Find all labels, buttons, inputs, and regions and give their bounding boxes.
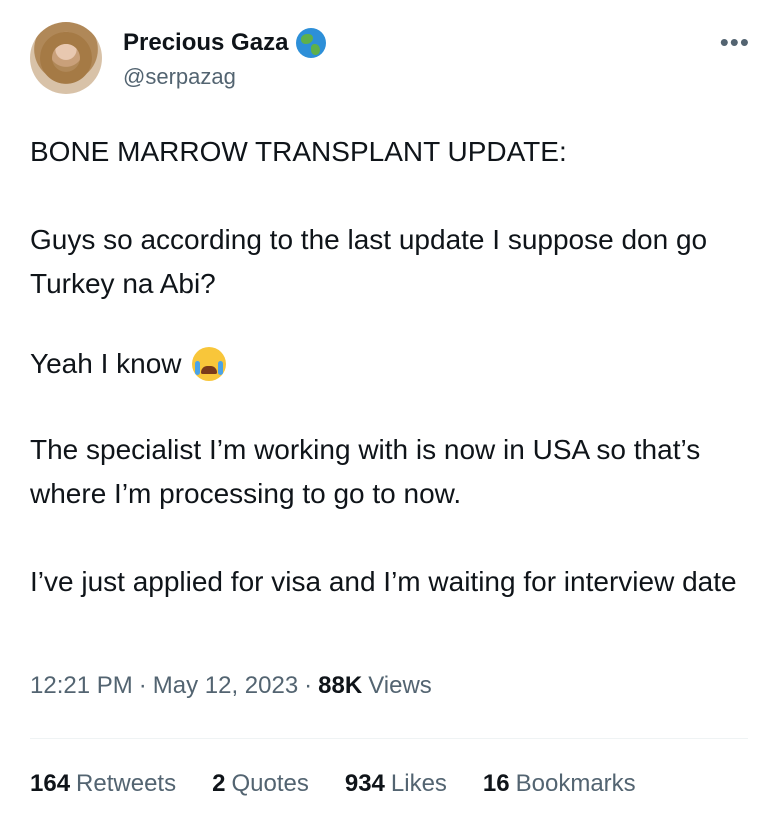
author-name[interactable]: Precious Gaza [123, 29, 288, 57]
likes-stat[interactable]: 934 Likes [345, 770, 447, 798]
meta-separator: · [138, 672, 147, 699]
tweet-date[interactable]: May 12, 2023 [153, 672, 298, 700]
tweet-paragraph: Yeah I know [30, 348, 182, 379]
tweet-paragraph: I’ve just applied for visa and I’m waiti… [30, 566, 737, 597]
tweet-paragraph: BONE MARROW TRANSPLANT UPDATE: [30, 136, 567, 167]
author-handle[interactable]: @serpazag [123, 64, 236, 90]
stat-label: Bookmarks [515, 770, 636, 797]
views-label: Views [368, 672, 432, 699]
author-name-row: Precious Gaza [123, 28, 327, 58]
tweet-time[interactable]: 12:21 PM [30, 672, 133, 700]
more-options-icon[interactable]: ••• [720, 29, 750, 55]
quotes-stat[interactable]: 2 Quotes [212, 770, 309, 798]
bookmarks-stat[interactable]: 16 Bookmarks [483, 770, 636, 798]
stat-count: 164 [30, 770, 71, 797]
tweet-header: Precious Gaza @serpazag ••• [30, 22, 760, 98]
retweets-stat[interactable]: 164 Retweets [30, 770, 176, 798]
stat-label: Retweets [76, 770, 177, 797]
meta-separator: · [304, 672, 313, 699]
stat-count: 2 [212, 770, 226, 797]
tweet-paragraph: The specialist I’m working with is now i… [30, 434, 701, 509]
engagement-stats: 164 Retweets 2 Quotes 934 Likes 16 Bookmarks [30, 770, 636, 798]
tweet-paragraph-with-emoji: Yeah I know [30, 342, 226, 386]
stat-count: 16 [482, 770, 510, 797]
stat-count: 934 [344, 770, 385, 797]
globe-icon [296, 28, 327, 58]
avatar[interactable] [30, 22, 102, 94]
stat-label: Quotes [231, 770, 309, 797]
stat-label: Likes [390, 770, 447, 797]
crying-face-icon [191, 347, 226, 381]
divider [30, 738, 748, 739]
tweet-paragraph: Guys so according to the last update I s… [30, 224, 708, 299]
views-count: 88K [318, 672, 363, 699]
tweet-meta: 12:21 PM · May 12, 2023 · 88K Views [30, 672, 432, 700]
